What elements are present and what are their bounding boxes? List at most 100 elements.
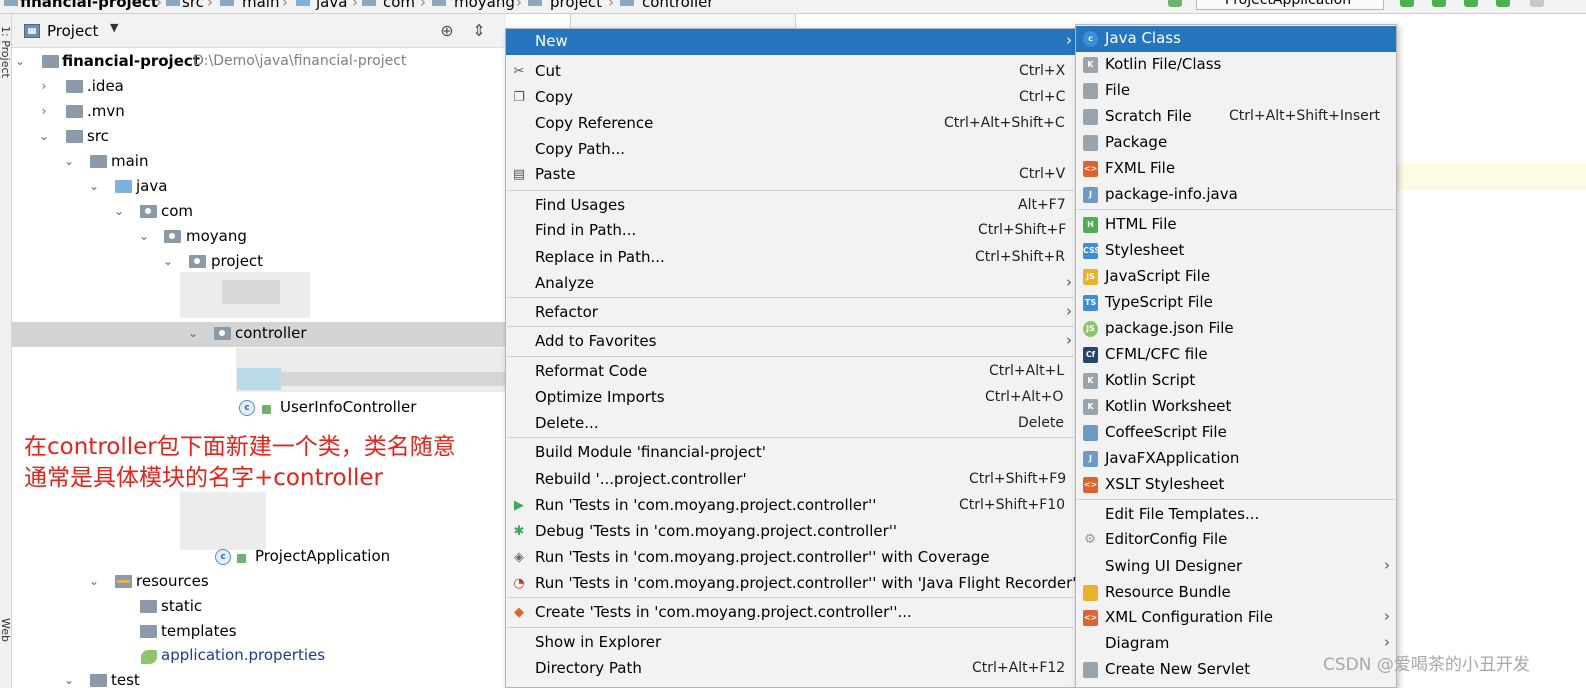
menu-item-javafx-application[interactable]: J JavaFXApplication bbox=[1076, 446, 1396, 472]
menu-item-create-tests[interactable]: ◆ Create 'Tests in 'com.moyang.project.c… bbox=[506, 600, 1075, 626]
menu-item-package-info[interactable]: J package-info.java bbox=[1076, 182, 1396, 208]
menu-item-stylesheet[interactable]: CSS Stylesheet bbox=[1076, 238, 1396, 264]
tree-item-templates[interactable]: templates bbox=[12, 620, 506, 645]
tree-item-userinfocontroller[interactable]: c UserInfoController bbox=[12, 396, 506, 421]
breadcrumb-item[interactable]: project bbox=[550, 0, 602, 11]
menu-item-html-file[interactable]: H HTML File bbox=[1076, 212, 1396, 238]
menu-item-cfml-file[interactable]: Cf CFML/CFC file bbox=[1076, 342, 1396, 368]
menu-item-fxml-file[interactable]: <> FXML File bbox=[1076, 156, 1396, 182]
menu-item-run-with-flight-recorder[interactable]: ◔ Run 'Tests in 'com.moyang.project.cont… bbox=[506, 571, 1076, 597]
menu-item-package-json[interactable]: JS package.json File bbox=[1076, 316, 1396, 342]
tree-item-com[interactable]: ⌄ com bbox=[12, 200, 506, 225]
menu-item-run-tests[interactable]: ▶ Run 'Tests in 'com.moyang.project.cont… bbox=[506, 493, 1075, 519]
tree-item-test[interactable]: ⌄ test bbox=[12, 669, 506, 688]
menu-item-typescript-file[interactable]: TS TypeScript File bbox=[1076, 290, 1396, 316]
breadcrumb-item[interactable]: main bbox=[242, 0, 279, 11]
breadcrumb-item[interactable]: src bbox=[182, 0, 204, 11]
tree-item-projectapplication[interactable]: c ProjectApplication bbox=[12, 545, 506, 570]
breadcrumb-item[interactable]: com bbox=[383, 0, 415, 11]
tree-item-resources[interactable]: ⌄ resources bbox=[12, 570, 506, 595]
menu-item-refactor[interactable]: Refactor › bbox=[506, 300, 1075, 326]
debug-icon[interactable] bbox=[1432, 0, 1446, 7]
menu-item-delete[interactable]: Delete... Delete bbox=[506, 411, 1075, 437]
menu-item-add-to-favorites[interactable]: Add to Favorites › bbox=[506, 329, 1075, 355]
chevron-down-icon[interactable]: ⌄ bbox=[14, 54, 26, 68]
chevron-down-icon[interactable]: ⌄ bbox=[38, 129, 50, 143]
menu-item-package[interactable]: Package bbox=[1076, 130, 1396, 156]
menu-item-kotlin-file[interactable]: K Kotlin File/Class bbox=[1076, 52, 1396, 78]
run-configuration-select[interactable]: ProjectApplication bbox=[1196, 0, 1384, 10]
menu-item-cut[interactable]: ✂ Cut Ctrl+X bbox=[506, 59, 1075, 85]
menu-item-copy-path[interactable]: Copy Path... bbox=[506, 137, 1075, 163]
chevron-down-icon[interactable]: ⌄ bbox=[113, 204, 125, 218]
menu-item-copy[interactable]: ❐ Copy Ctrl+C bbox=[506, 85, 1075, 111]
tree-item-moyang[interactable]: ⌄ moyang bbox=[12, 225, 506, 250]
menu-item-new[interactable]: New › bbox=[506, 29, 1075, 55]
menu-item-xslt-stylesheet[interactable]: <> XSLT Stylesheet bbox=[1076, 472, 1396, 498]
tree-item-src[interactable]: ⌄ src bbox=[12, 125, 506, 150]
project-tool-tab[interactable]: 1: Project bbox=[0, 26, 12, 78]
menu-item-java-class[interactable]: c Java Class bbox=[1076, 26, 1396, 52]
stop-icon[interactable] bbox=[1530, 0, 1544, 7]
chevron-right-icon[interactable]: › bbox=[38, 79, 50, 93]
run-icon[interactable] bbox=[1400, 0, 1414, 7]
tree-item-idea[interactable]: › .idea bbox=[12, 75, 506, 100]
chevron-down-icon[interactable]: ⌄ bbox=[138, 229, 150, 243]
breadcrumb-item[interactable]: java bbox=[316, 0, 347, 11]
menu-item-rebuild[interactable]: Rebuild '...project.controller' Ctrl+Shi… bbox=[506, 467, 1075, 493]
collapse-all-icon[interactable]: ⇕ bbox=[468, 20, 490, 42]
breadcrumb-item[interactable]: controller bbox=[642, 0, 714, 11]
menu-item-show-in-explorer[interactable]: Show in Explorer bbox=[506, 630, 1075, 656]
breadcrumb-item[interactable]: financial-project bbox=[20, 0, 158, 11]
chevron-right-icon[interactable]: › bbox=[38, 104, 50, 118]
tree-item-static[interactable]: static bbox=[12, 595, 506, 620]
menu-item-kotlin-script[interactable]: K Kotlin Script bbox=[1076, 368, 1396, 394]
tree-item-java[interactable]: ⌄ java bbox=[12, 175, 506, 200]
menu-item-debug-tests[interactable]: ✱ Debug 'Tests in 'com.moyang.project.co… bbox=[506, 519, 1075, 545]
web-tool-tab[interactable]: Web bbox=[0, 618, 12, 642]
chevron-down-icon[interactable]: ⌄ bbox=[187, 326, 199, 340]
tree-item-main[interactable]: ⌄ main bbox=[12, 150, 506, 175]
tree-item-application-properties[interactable]: application.properties bbox=[12, 644, 506, 669]
menu-item-kotlin-worksheet[interactable]: K Kotlin Worksheet bbox=[1076, 394, 1396, 420]
chevron-down-icon[interactable]: ⌄ bbox=[63, 673, 75, 687]
menu-item-copy-reference[interactable]: Copy Reference Ctrl+Alt+Shift+C bbox=[506, 111, 1075, 137]
chevron-down-icon[interactable]: ⌄ bbox=[63, 154, 75, 168]
menu-item-editorconfig-file[interactable]: ⚙ EditorConfig File bbox=[1076, 527, 1396, 553]
menu-item-find-in-path[interactable]: Find in Path... Ctrl+Shift+F bbox=[506, 218, 1075, 244]
menu-item-directory-path[interactable]: Directory Path Ctrl+Alt+F12 bbox=[506, 656, 1075, 682]
locate-icon[interactable]: ⊕ bbox=[436, 20, 458, 42]
chevron-down-icon[interactable]: ⌄ bbox=[88, 574, 100, 588]
menu-item-xml-configuration-file[interactable]: <> XML Configuration File › bbox=[1076, 605, 1396, 631]
editor-tab[interactable] bbox=[570, 14, 796, 28]
menu-item-find-usages[interactable]: Find Usages Alt+F7 bbox=[506, 193, 1075, 219]
profile-icon[interactable] bbox=[1496, 0, 1510, 7]
project-panel-title[interactable]: Project bbox=[47, 22, 98, 40]
breadcrumb-item[interactable]: moyang bbox=[454, 0, 515, 11]
menu-item-paste[interactable]: ▤ Paste Ctrl+V bbox=[506, 162, 1075, 188]
clipboard-icon: ▤ bbox=[512, 167, 526, 182]
menu-item-reformat-code[interactable]: Reformat Code Ctrl+Alt+L bbox=[506, 359, 1075, 385]
menu-item-file[interactable]: File bbox=[1076, 78, 1396, 104]
menu-item-optimize-imports[interactable]: Optimize Imports Ctrl+Alt+O bbox=[506, 385, 1075, 411]
menu-item-coffeescript-file[interactable]: CoffeeScript File bbox=[1076, 420, 1396, 446]
menu-item-analyze[interactable]: Analyze › bbox=[506, 271, 1075, 297]
chevron-down-icon[interactable]: ⌄ bbox=[88, 179, 100, 193]
menu-item-scratch-file[interactable]: Scratch File Ctrl+Alt+Shift+Insert bbox=[1076, 104, 1396, 130]
menu-item-javascript-file[interactable]: JS JavaScript File bbox=[1076, 264, 1396, 290]
tree-item-controller[interactable]: ⌄ controller bbox=[12, 322, 506, 347]
menu-item-label: Copy Reference bbox=[535, 114, 654, 132]
menu-item-edit-file-templates[interactable]: Edit File Templates... bbox=[1076, 502, 1396, 528]
chevron-down-icon[interactable]: ▼ bbox=[110, 21, 118, 34]
tree-item-financial-project[interactable]: ⌄ financial-project D:\Demo\java\financi… bbox=[12, 50, 506, 75]
menu-item-run-with-coverage[interactable]: ◈ Run 'Tests in 'com.moyang.project.cont… bbox=[506, 545, 1075, 571]
chevron-down-icon[interactable]: ⌄ bbox=[162, 254, 174, 268]
menu-item-build-module[interactable]: Build Module 'financial-project' bbox=[506, 440, 1075, 466]
coverage-icon[interactable] bbox=[1464, 0, 1478, 7]
editor-area[interactable] bbox=[1397, 14, 1586, 688]
tree-item-mvn[interactable]: › .mvn bbox=[12, 100, 506, 125]
hammer-icon[interactable] bbox=[1168, 0, 1182, 7]
menu-item-resource-bundle[interactable]: Resource Bundle bbox=[1076, 580, 1396, 606]
menu-item-replace-in-path[interactable]: Replace in Path... Ctrl+Shift+R bbox=[506, 245, 1075, 271]
menu-item-swing-ui-designer[interactable]: Swing UI Designer › bbox=[1076, 554, 1396, 580]
